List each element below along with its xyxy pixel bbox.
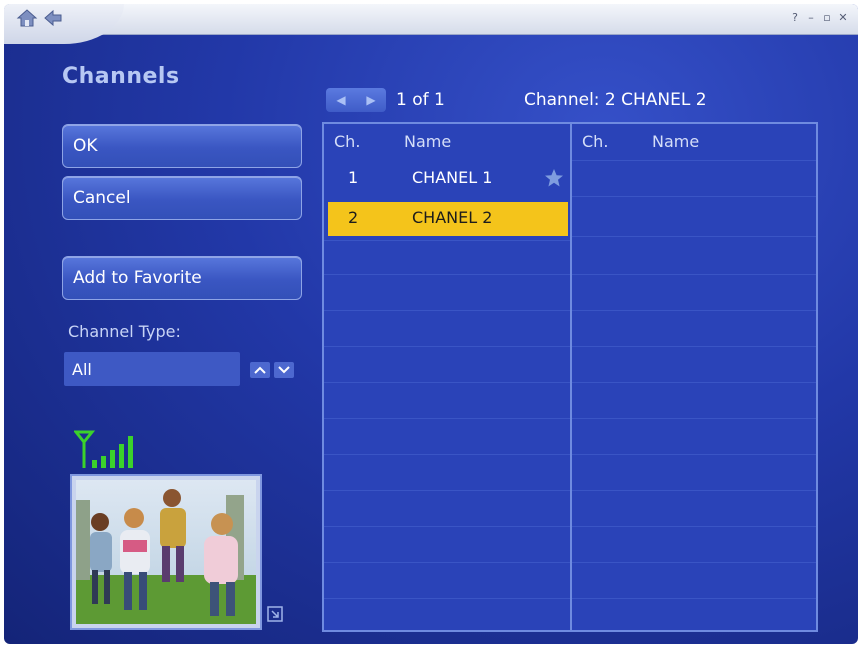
row-divider [572, 598, 816, 599]
row-divider [572, 454, 816, 455]
row-divider [324, 562, 570, 563]
page-title: Channels [62, 64, 180, 89]
home-icon[interactable] [16, 8, 38, 28]
row-channel-name: CHANEL 1 [412, 168, 493, 187]
row-divider [324, 490, 570, 491]
tv-preview-thumbnail[interactable] [70, 474, 262, 630]
add-to-favorite-button[interactable]: Add to Favorite [62, 256, 302, 300]
expand-icon[interactable] [267, 606, 283, 622]
row-divider [572, 310, 816, 311]
row-divider [324, 310, 570, 311]
row-channel-number: 2 [348, 208, 359, 227]
channel-list-left: Ch. Name 1 CHANEL 1 2 CHANEL 2 [324, 124, 570, 630]
row-divider [324, 274, 570, 275]
row-divider [324, 418, 570, 419]
row-divider [324, 346, 570, 347]
title-bar: ? – ▫ ✕ [4, 4, 858, 44]
next-page-button[interactable]: ▶ [366, 93, 375, 107]
tv-preview-image [76, 480, 256, 624]
row-divider [572, 274, 816, 275]
row-divider [572, 382, 816, 383]
row-divider [572, 346, 816, 347]
page-navigator: ◀ ▶ [326, 88, 386, 112]
row-divider [324, 454, 570, 455]
row-divider [572, 236, 816, 237]
page-count: 1 of 1 [396, 90, 445, 110]
row-divider [572, 562, 816, 563]
favorite-star-icon [545, 169, 563, 187]
chevron-down-icon [278, 366, 290, 374]
window-controls: ? – ▫ ✕ [790, 12, 848, 24]
column-header-name: Name [652, 132, 700, 151]
channel-type-down-button[interactable] [274, 362, 294, 378]
row-channel-name: CHANEL 2 [412, 208, 493, 227]
row-divider [572, 418, 816, 419]
row-channel-number: 1 [348, 168, 359, 187]
restore-button[interactable]: ▫ [822, 12, 832, 24]
column-header-name: Name [404, 132, 452, 151]
current-channel-label: Channel: 2 CHANEL 2 [524, 90, 707, 110]
channel-type-label: Channel Type: [68, 322, 181, 341]
column-header-ch: Ch. [334, 132, 361, 151]
row-divider [572, 526, 816, 527]
column-header-ch: Ch. [582, 132, 609, 151]
row-divider [324, 598, 570, 599]
row-divider [324, 382, 570, 383]
ok-button[interactable]: OK [62, 124, 302, 168]
row-divider [572, 196, 816, 197]
back-arrow-icon[interactable] [42, 8, 64, 28]
signal-strength-icon [74, 430, 133, 468]
channel-type-select[interactable]: All [64, 352, 240, 386]
channel-list-right: Ch. Name [572, 124, 816, 630]
channel-type-up-button[interactable] [250, 362, 270, 378]
help-button[interactable]: ? [790, 12, 800, 24]
row-divider [324, 240, 570, 241]
row-divider [324, 526, 570, 527]
minimize-button[interactable]: – [806, 12, 816, 24]
channel-grid: Ch. Name 1 CHANEL 1 2 CHANEL 2 Ch. Name [322, 122, 818, 632]
app-window: ? – ▫ ✕ Channels OK Cancel Add to Favori… [4, 4, 858, 644]
row-divider [572, 160, 816, 161]
previous-page-button[interactable]: ◀ [336, 93, 345, 107]
close-button[interactable]: ✕ [838, 12, 848, 24]
cancel-button[interactable]: Cancel [62, 176, 302, 220]
chevron-up-icon [254, 366, 266, 374]
row-divider [572, 490, 816, 491]
